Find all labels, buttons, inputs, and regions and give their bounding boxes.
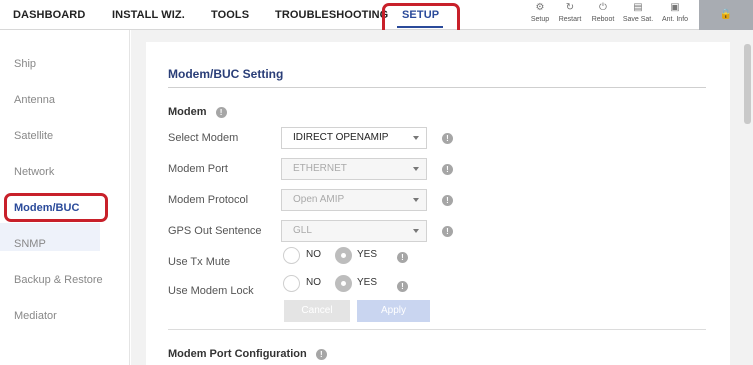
reboot-tool-button[interactable]: ⏻ Reboot bbox=[589, 2, 617, 23]
restart-tool-button[interactable]: ↻ Restart bbox=[555, 2, 585, 23]
modem-lock-yes-label[interactable]: YES bbox=[357, 277, 377, 288]
chevron-down-icon bbox=[413, 229, 419, 233]
use-tx-mute-label: Use Tx Mute bbox=[168, 256, 231, 268]
info-icon[interactable]: ! bbox=[397, 252, 408, 263]
select-modem-dropdown[interactable]: IDIRECT OPENAMIP bbox=[281, 127, 427, 149]
modem-lock-no-radio[interactable] bbox=[283, 275, 300, 292]
sidebar-item-snmp[interactable]: SNMP bbox=[14, 238, 46, 250]
modem-lock-no-label[interactable]: NO bbox=[306, 277, 321, 288]
info-icon[interactable]: ! bbox=[397, 281, 408, 292]
info-icon[interactable]: ! bbox=[442, 133, 453, 144]
sidebar-item-satellite[interactable]: Satellite bbox=[14, 130, 53, 142]
title-divider bbox=[168, 87, 706, 88]
nav-install-wizard[interactable]: INSTALL WIZ. bbox=[112, 9, 185, 21]
restart-icon: ↻ bbox=[565, 2, 575, 13]
page-title: Modem/BUC Setting bbox=[168, 67, 284, 81]
lock-icon: 🔒 bbox=[719, 9, 733, 20]
sidebar-item-antenna[interactable]: Antenna bbox=[14, 94, 55, 106]
save-icon: ▤ bbox=[633, 2, 643, 13]
tx-mute-no-radio[interactable] bbox=[283, 247, 300, 264]
select-modem-label: Select Modem bbox=[168, 132, 239, 144]
modem-section-title: Modem ! bbox=[168, 106, 227, 118]
modem-port-value: ETHERNET bbox=[293, 163, 347, 174]
sidebar-item-modem-buc[interactable]: Modem/BUC bbox=[14, 202, 79, 214]
modem-protocol-label: Modem Protocol bbox=[168, 194, 249, 206]
info-icon[interactable]: ! bbox=[442, 226, 453, 237]
sidebar-item-backup-restore[interactable]: Backup & Restore bbox=[14, 274, 103, 286]
power-icon: ⏻ bbox=[599, 2, 607, 13]
save-sat-tool-label: Save Sat. bbox=[622, 16, 654, 23]
modem-lock-yes-radio[interactable] bbox=[335, 275, 352, 292]
nav-tools[interactable]: TOOLS bbox=[211, 9, 249, 21]
lock-button[interactable]: 🔒 bbox=[699, 0, 753, 30]
setup-tool-button[interactable]: ⚙ Setup bbox=[529, 2, 551, 23]
top-nav-bar: DASHBOARD INSTALL WIZ. TOOLS TROUBLESHOO… bbox=[0, 0, 753, 30]
tx-mute-no-label[interactable]: NO bbox=[306, 249, 321, 260]
info-icon[interactable]: ! bbox=[315, 348, 327, 360]
modem-buc-settings-card: Modem/BUC Setting Modem ! Select Modem I… bbox=[146, 42, 730, 365]
sidebar-item-ship[interactable]: Ship bbox=[14, 58, 36, 70]
restart-tool-label: Restart bbox=[558, 16, 582, 23]
sidebar-item-mediator[interactable]: Mediator bbox=[14, 310, 57, 322]
save-sat-tool-button[interactable]: ▤ Save Sat. bbox=[621, 2, 655, 23]
info-icon[interactable]: ! bbox=[215, 106, 227, 118]
modem-port-dropdown[interactable]: ETHERNET bbox=[281, 158, 427, 180]
gps-out-sentence-dropdown[interactable]: GLL bbox=[281, 220, 427, 242]
nav-troubleshooting[interactable]: TROUBLESHOOTING bbox=[275, 9, 388, 21]
ant-info-tool-button[interactable]: ▣ Ant. Info bbox=[659, 2, 691, 23]
modem-protocol-value: Open AMIP bbox=[293, 194, 345, 205]
ant-info-tool-label: Ant. Info bbox=[661, 16, 689, 23]
use-modem-lock-label: Use Modem Lock bbox=[168, 285, 254, 297]
chevron-down-icon bbox=[413, 167, 419, 171]
sidebar: Ship Antenna Satellite Network Modem/BUC… bbox=[0, 30, 130, 365]
info-icon[interactable]: ! bbox=[442, 195, 453, 206]
modem-port-config-section-title: Modem Port Configuration ! bbox=[168, 348, 327, 360]
gps-out-sentence-value: GLL bbox=[293, 225, 312, 236]
tx-mute-yes-radio[interactable] bbox=[335, 247, 352, 264]
gps-out-sentence-label: GPS Out Sentence bbox=[168, 225, 262, 237]
apply-button[interactable]: Apply bbox=[357, 300, 430, 322]
chevron-down-icon bbox=[413, 136, 419, 140]
info-icon[interactable]: ! bbox=[442, 164, 453, 175]
nav-setup[interactable]: SETUP bbox=[402, 9, 439, 21]
nav-dashboard[interactable]: DASHBOARD bbox=[13, 9, 85, 21]
chevron-down-icon bbox=[413, 198, 419, 202]
modem-port-config-label: Modem Port Configuration bbox=[168, 348, 307, 360]
sidebar-item-network[interactable]: Network bbox=[14, 166, 54, 178]
modem-port-label: Modem Port bbox=[168, 163, 228, 175]
vertical-scrollbar[interactable] bbox=[744, 44, 751, 124]
antenna-info-icon: ▣ bbox=[670, 2, 680, 13]
modem-section-label: Modem bbox=[168, 106, 207, 118]
section-divider bbox=[168, 329, 706, 330]
select-modem-value: IDIRECT OPENAMIP bbox=[293, 132, 389, 143]
reboot-tool-label: Reboot bbox=[591, 16, 615, 23]
setup-tool-label: Setup bbox=[530, 16, 550, 23]
tx-mute-yes-label[interactable]: YES bbox=[357, 249, 377, 260]
cancel-button[interactable]: Cancel bbox=[284, 300, 350, 322]
modem-protocol-dropdown[interactable]: Open AMIP bbox=[281, 189, 427, 211]
gear-icon: ⚙ bbox=[535, 2, 545, 13]
nav-active-underline bbox=[397, 26, 443, 28]
